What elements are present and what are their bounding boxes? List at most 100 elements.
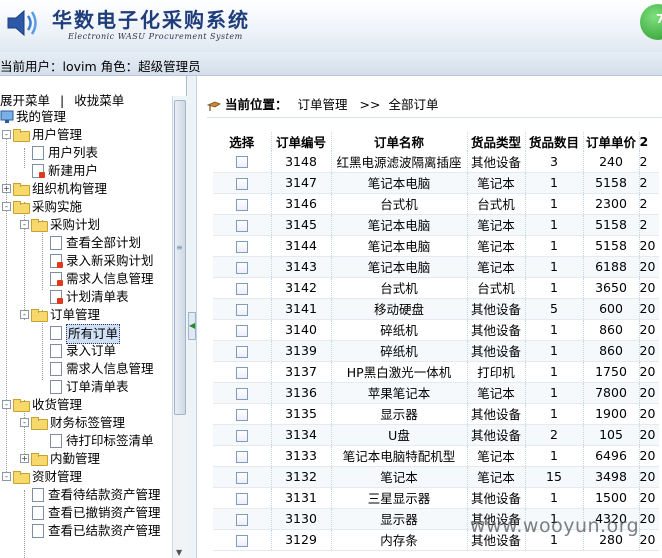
tree-paid-assets[interactable]: 查看已结款资产管理 [32,522,161,540]
tree-label: 财务标签管理 [50,415,126,430]
collapse-toggle-icon[interactable]: - [20,310,29,319]
select-cell [213,193,271,215]
table-row[interactable]: 3142 台式机 台式机 1 3650 20 [213,277,659,299]
row-checkbox[interactable] [235,240,248,253]
sidebar: 展开菜单 | 收拢菜单 我的管理 - 用户管理 用户列表 新建用户 + 组织机构管理 [0,76,187,558]
tree-label: 需求人信息管理 [66,271,154,286]
column-header-quantity[interactable]: 货品数目 [524,132,583,151]
tree-pending-payment-assets[interactable]: 查看待结款资产管理 [32,486,161,504]
tree-print-label-list[interactable]: 待打印标签清单 [50,432,154,450]
tree-plan-list[interactable]: 计划清单表 [50,288,129,306]
corner-badge[interactable]: 7 [640,4,662,40]
table-row[interactable]: 3136 苹果笔记本 笔记本 1 7800 20 [213,382,659,404]
expand-toggle-icon[interactable]: + [20,454,29,463]
table-row[interactable]: 3140 碎纸机 其他设备 1 860 20 [213,319,659,341]
collapse-toggle-icon[interactable]: - [20,220,29,229]
row-checkbox[interactable] [235,345,248,358]
tree-procurement[interactable]: - 采购实施 [2,198,82,216]
column-header-unit-price[interactable]: 订单单价 [582,132,639,151]
tree-purchase-plan[interactable]: - 采购计划 [20,216,100,234]
row-checkbox[interactable] [235,429,248,442]
table-row[interactable]: 3144 笔记本电脑 笔记本 1 5158 20 [213,235,659,257]
cell-type: 其他设备 [466,151,525,173]
collapse-toggle-icon[interactable]: - [2,202,11,211]
row-checkbox[interactable] [235,282,248,295]
tree-enter-order[interactable]: 录入订单 [50,342,116,360]
table-row[interactable]: 3143 笔记本电脑 笔记本 1 6188 20 [213,256,659,278]
column-header-order-name[interactable]: 订单名称 [330,132,467,151]
table-row[interactable]: 3145 笔记本电脑 笔记本 1 5158 2 [213,214,659,236]
scrollbar-thumb[interactable] [174,100,186,415]
tree-new-purchase-plan[interactable]: 录入新采购计划 [50,252,154,270]
cell-price: 860 [582,319,639,341]
table-row[interactable]: 3147 笔记本电脑 笔记本 1 5158 2 [213,172,659,194]
tree-label: 资财管理 [32,469,83,484]
tree-receiving[interactable]: - 收货管理 [2,396,82,414]
tree-finance-labels[interactable]: - 财务标签管理 [20,414,125,432]
expand-menu-link[interactable]: 展开菜单 [0,93,50,108]
column-header-order-id[interactable]: 订单编号 [270,132,331,151]
tree-order-list[interactable]: 订单清单表 [50,378,129,396]
collapse-toggle-icon[interactable]: - [2,472,11,481]
tree-view-all-plans[interactable]: 查看全部计划 [50,234,141,252]
cell-price: 860 [582,340,639,362]
row-checkbox[interactable] [235,471,248,484]
tree-requester-info-order[interactable]: 需求人信息管理 [50,360,154,378]
row-checkbox[interactable] [235,492,248,505]
row-checkbox[interactable] [235,177,248,190]
column-header-item-type[interactable]: 货品类型 [466,132,525,151]
table-row[interactable]: 3137 HP黑白激光一体机 打印机 1 1750 20 [213,361,659,383]
scroll-down-arrow-icon[interactable]: ▼ [176,548,182,557]
row-checkbox[interactable] [235,303,248,316]
collapse-toggle-icon[interactable]: - [2,400,11,409]
collapse-toggle-icon[interactable]: - [20,418,29,427]
table-row[interactable]: 3132 笔记本 笔记本 15 3498 20 [213,466,659,488]
tree-user-management[interactable]: - 用户管理 [2,126,82,144]
row-checkbox[interactable] [235,198,248,211]
tree-new-user[interactable]: 新建用户 [32,162,98,180]
collapse-sidebar-arrow-icon[interactable]: ◀ [188,312,196,340]
row-checkbox[interactable] [235,450,248,463]
table-row[interactable]: 3146 台式机 台式机 1 2300 2 [213,193,659,215]
cell-price: 6496 [582,445,639,467]
table-row[interactable]: 3135 显示器 其他设备 1 1900 20 [213,403,659,425]
document-new-icon [50,290,63,304]
collapse-toggle-icon[interactable]: - [2,130,11,139]
orders-table: 选择 订单编号 订单名称 货品类型 货品数目 订单单价 2 3148 红黑电源滤波… [213,132,659,551]
sidebar-scrollbar[interactable]: ≡ ▼ [172,96,187,558]
main-content: 当前位置： 订单管理 >> 全部订单 选择 订单编号 订单名称 货品类型 货品数… [197,76,662,558]
select-cell [213,298,271,320]
table-row[interactable]: 3148 红黑电源滤波隔离插座 其他设备 3 240 2 [213,151,659,173]
row-checkbox[interactable] [235,387,248,400]
row-checkbox[interactable] [235,534,248,547]
expand-toggle-icon[interactable]: + [2,184,11,193]
row-checkbox[interactable] [235,408,248,421]
panel-splitter[interactable]: ◀ [187,76,197,558]
row-checkbox[interactable] [235,156,248,169]
tree-office-management[interactable]: + 内勤管理 [20,450,100,468]
tree-org-management[interactable]: + 组织机构管理 [2,180,107,198]
tree-user-list[interactable]: 用户列表 [32,144,98,162]
cell-type: 台式机 [466,277,525,299]
tree-requester-info-plan[interactable]: 需求人信息管理 [50,270,154,288]
row-checkbox[interactable] [235,513,248,526]
tree-asset-management[interactable]: - 资财管理 [2,468,82,486]
collapse-menu-link[interactable]: 收拢菜单 [74,93,124,108]
row-checkbox[interactable] [235,366,248,379]
table-row[interactable]: 3134 U盘 其他设备 2 105 20 [213,424,659,446]
tree-revoked-assets[interactable]: 查看已撤销资产管理 [32,504,161,522]
table-row[interactable]: 3131 三星显示器 其他设备 1 1500 20 [213,487,659,509]
cell-id: 3136 [270,382,331,404]
row-checkbox[interactable] [235,219,248,232]
tree-order-management[interactable]: - 订单管理 [20,306,100,324]
table-row[interactable]: 3141 移动硬盘 其他设备 5 600 20 [213,298,659,320]
row-checkbox[interactable] [235,261,248,274]
tree-all-orders[interactable]: 所有订单 [50,324,121,344]
tree-label: 查看待结款资产管理 [48,487,161,502]
row-checkbox[interactable] [235,324,248,337]
table-row[interactable]: 3139 碎纸机 其他设备 1 860 20 [213,340,659,362]
breadcrumb-section[interactable]: 订单管理 [298,97,348,112]
select-cell [213,256,271,278]
table-row[interactable]: 3133 笔记本电脑特配机型 笔记本 1 6496 20 [213,445,659,467]
tree-my-management[interactable]: 我的管理 [0,108,66,126]
